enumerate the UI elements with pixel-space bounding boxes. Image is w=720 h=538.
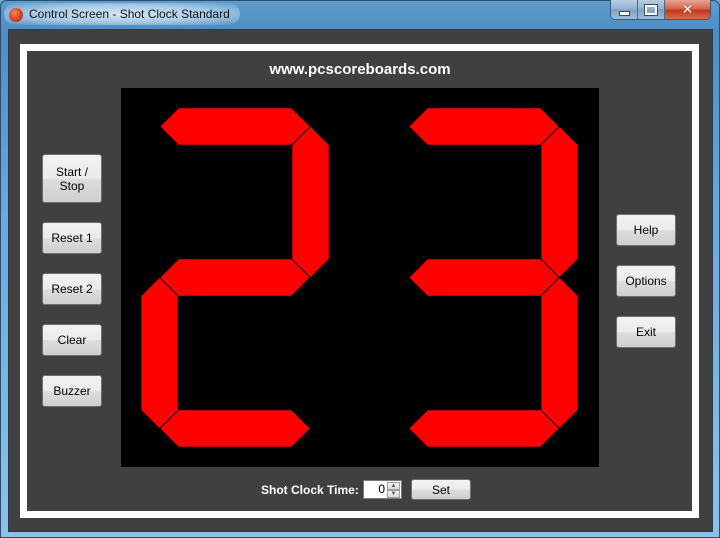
caption-buttons: ✕ bbox=[610, 0, 711, 20]
website-label: www.pcscoreboards.com bbox=[269, 61, 451, 78]
close-button[interactable]: ✕ bbox=[665, 0, 710, 19]
digit-2-segment-c bbox=[540, 277, 579, 429]
shot-clock-time-input[interactable]: 0 ▲ ▼ bbox=[363, 480, 402, 499]
digit-2-segment-g bbox=[408, 258, 560, 297]
shot-clock-display bbox=[121, 88, 599, 467]
minimize-icon bbox=[618, 10, 630, 16]
digit-1-segment-d bbox=[159, 409, 311, 448]
spin-down-button[interactable]: ▼ bbox=[387, 490, 400, 498]
basketball-icon bbox=[9, 8, 23, 22]
set-button[interactable]: Set bbox=[411, 479, 471, 500]
help-button[interactable]: Help bbox=[616, 214, 676, 246]
maximize-icon bbox=[644, 3, 658, 16]
digit-1-segment-g bbox=[159, 258, 311, 297]
digit-2-segment-a bbox=[408, 107, 560, 146]
digit-1-segment-b bbox=[291, 126, 330, 278]
options-button[interactable]: Options bbox=[616, 265, 676, 297]
window-title: Control Screen - Shot Clock Standard bbox=[29, 7, 230, 21]
reset-2-button[interactable]: Reset 2 bbox=[42, 273, 102, 305]
digits-svg bbox=[140, 107, 579, 448]
digit-1-segment-e bbox=[140, 277, 179, 429]
clear-button[interactable]: Clear bbox=[42, 324, 102, 356]
start-stop-button[interactable]: Start / Stop bbox=[42, 154, 102, 203]
maximize-button[interactable] bbox=[638, 0, 665, 19]
digit-2-segment-d bbox=[408, 409, 560, 448]
buzzer-button[interactable]: Buzzer bbox=[42, 375, 102, 407]
shot-clock-time-label: Shot Clock Time: bbox=[261, 483, 359, 497]
digit-2-segment-b bbox=[540, 126, 579, 278]
reset-1-button[interactable]: Reset 1 bbox=[42, 222, 102, 254]
shot-clock-time-value: 0 bbox=[378, 482, 385, 496]
close-icon: ✕ bbox=[681, 1, 694, 18]
minimize-button[interactable] bbox=[611, 0, 638, 19]
spin-up-button[interactable]: ▲ bbox=[387, 482, 400, 490]
digit-1-segment-a bbox=[159, 107, 311, 146]
title-bar[interactable]: Control Screen - Shot Clock Standard ✕ bbox=[0, 0, 720, 29]
exit-button[interactable]: Exit bbox=[616, 316, 676, 348]
